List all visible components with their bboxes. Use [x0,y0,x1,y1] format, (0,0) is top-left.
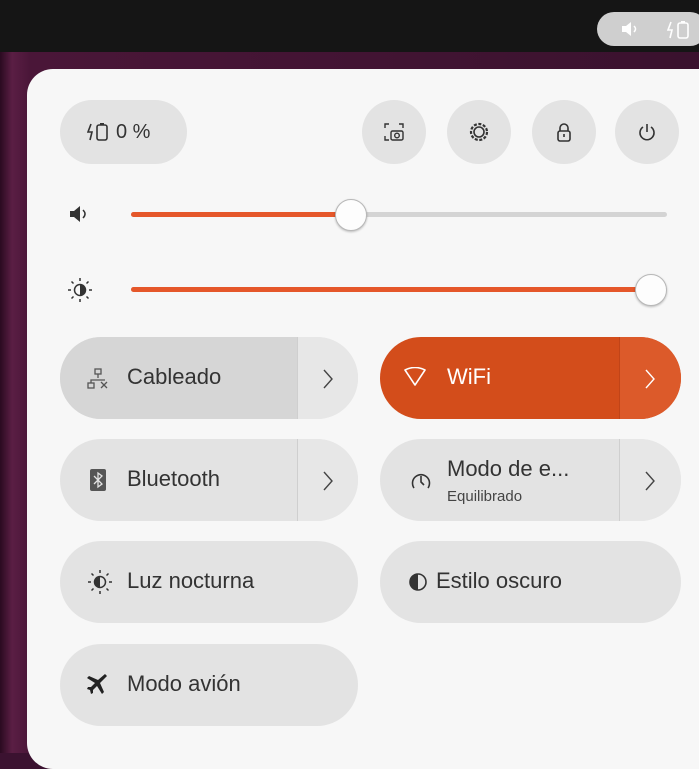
volume-slider[interactable] [131,199,667,231]
power-mode-menu-button[interactable] [619,439,681,521]
bluetooth-icon [90,469,106,491]
dark-style-toggle[interactable]: Estilo oscuro [380,541,681,623]
battery-percentage: 0 % [116,121,151,143]
brightness-slider[interactable] [131,274,667,306]
top-bar [0,0,699,52]
night-light-label: Luz nocturna [127,568,255,593]
bluetooth-toggle-main[interactable]: Bluetooth [60,439,297,521]
dark-style-label: Estilo oscuro [436,568,562,593]
power-button[interactable] [615,100,679,164]
brightness-icon [68,278,92,302]
screenshot-icon [384,123,404,141]
airplane-mode-label: Modo avión [127,671,241,696]
volume-icon [70,206,86,222]
power-mode-label: Modo de e... [447,456,570,481]
screenshot-button[interactable] [362,100,426,164]
night-light-icon [88,570,112,594]
gear-icon [469,122,489,142]
volume-icon [622,22,637,36]
dark-style-icon [409,573,427,591]
power-icon [639,124,655,141]
power-mode-sublabel: Equilibrado [447,488,523,505]
wifi-menu-button[interactable] [619,337,681,419]
system-tray[interactable] [597,12,699,46]
brightness-slider-fill [131,287,651,292]
power-mode-toggle-main[interactable]: Modo de e... Equilibrado [380,439,619,521]
battery-indicator[interactable]: 0 % [60,100,187,164]
bluetooth-toggle[interactable]: Bluetooth [60,439,358,521]
bluetooth-menu-button[interactable] [297,439,358,521]
wifi-label: WiFi [447,364,491,389]
lock-button[interactable] [532,100,596,164]
volume-slider-fill [131,212,351,217]
power-mode-toggle[interactable]: Modo de e... Equilibrado [380,439,681,521]
wired-network-icon [87,368,108,389]
settings-button[interactable] [447,100,511,164]
wifi-toggle[interactable]: WiFi [380,337,681,419]
battery-charging-icon [667,21,689,39]
night-light-toggle[interactable]: Luz nocturna [60,541,358,623]
bluetooth-label: Bluetooth [127,466,220,491]
volume-slider-handle[interactable] [334,199,367,231]
lock-icon [557,123,571,142]
power-mode-icon [411,473,431,489]
chevron-right-icon [645,369,655,389]
wifi-icon [404,367,426,386]
wifi-toggle-main[interactable]: WiFi [380,337,619,419]
chevron-right-icon [323,369,333,389]
wired-network-label: Cableado [127,364,222,389]
airplane-mode-toggle[interactable]: Modo avión [60,644,358,726]
chevron-right-icon [645,471,655,491]
wired-network-toggle[interactable]: Cableado [60,337,358,419]
wired-network-toggle-main[interactable]: Cableado [60,337,297,419]
wired-network-menu-button[interactable] [297,337,358,419]
battery-charging-icon [87,123,108,141]
brightness-slider-handle[interactable] [635,274,667,306]
chevron-right-icon [323,471,333,491]
airplane-icon [87,674,107,694]
